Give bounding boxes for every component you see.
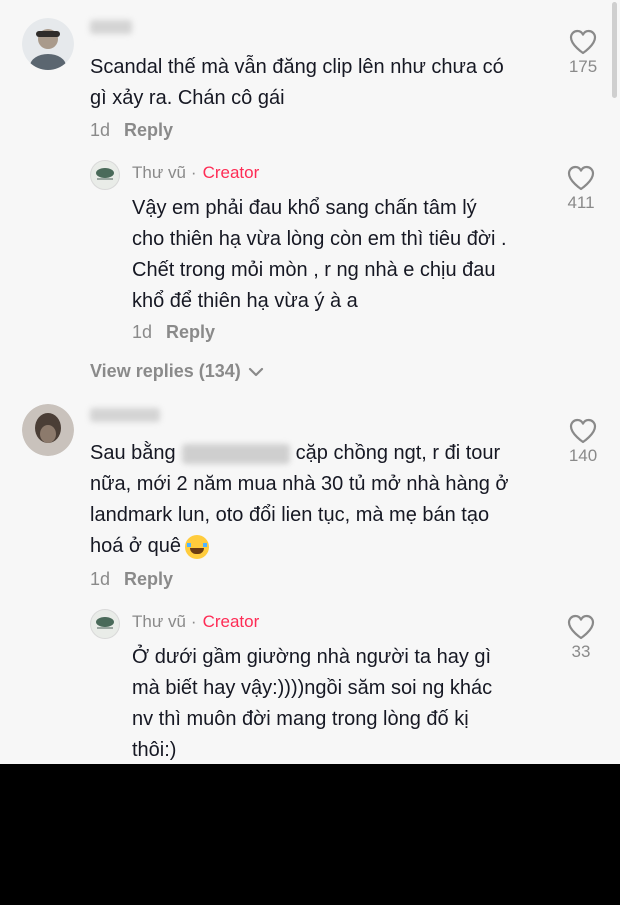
author-name[interactable]: Thư vũ — [132, 612, 186, 631]
view-replies-label: View replies (134) — [90, 361, 241, 381]
comment-line: Scandal thế mà vẫn đăng clip lên như chư… — [90, 56, 504, 78]
comment-line: gì xảy ra. Chán cô gái — [90, 87, 285, 109]
comment-segment: cặp chồng ngt, r đi tour — [295, 442, 501, 464]
comment-line: mà biết hay vậy:))))ngồi săm soi ng khác — [132, 677, 493, 699]
like-count: 175 — [568, 57, 598, 76]
comment-text: Vậy em phải đau khổ sang chấn tâm lý cho… — [132, 193, 507, 317]
comments-panel: Scandal thế mà vẫn đăng clip lên như chư… — [0, 0, 620, 764]
laughing-tears-emoji — [184, 534, 209, 559]
avatar[interactable] — [22, 404, 74, 456]
reply-button[interactable]: Reply — [166, 322, 215, 342]
author-name-blurred[interactable] — [90, 20, 132, 34]
view-replies-button[interactable]: View replies (134) — [90, 361, 264, 382]
comment-line: cho thiên hạ vừa lòng còn em thì tiêu đờ… — [132, 228, 507, 250]
creator-badge: Creator — [202, 163, 260, 182]
like-button[interactable]: 175 — [553, 29, 613, 77]
comment-age: 1d — [132, 322, 153, 342]
comment-meta: 1d Reply — [90, 120, 173, 141]
comment-line: nữa, mới 2 năm mua nhà 30 tủ mở nhà hàng… — [90, 473, 509, 495]
comment-author[interactable]: Thư vũ · Creator — [132, 163, 259, 183]
comment-text: Sau bằng cặp chồng ngt, r đi tour nữa, mớ… — [90, 438, 509, 562]
comment-line: Vậy em phải đau khổ sang chấn tâm lý — [132, 197, 477, 219]
separator-dot: · — [190, 163, 197, 182]
like-button[interactable]: 140 — [553, 418, 613, 466]
comment-line: Sau bằng cặp chồng ngt, r đi tour — [90, 438, 509, 469]
like-count: 33 — [571, 642, 591, 661]
comment-author[interactable]: Thư vũ · Creator — [132, 612, 259, 632]
creator-avatar[interactable] — [90, 609, 120, 639]
comment-meta: 1d Reply — [132, 322, 215, 343]
separator-dot: · — [190, 612, 197, 631]
comment-line: khổ để thiên hạ vừa ý à a — [132, 290, 358, 312]
comment-line: Chết trong mỏi mòn , r ng nhà e chịu đau — [132, 259, 496, 281]
comment-line: nv thì muôn đời mang trong lòng đố kị — [132, 708, 469, 730]
comment-segment: hoá ở quê — [90, 535, 181, 557]
comment-segment: Sau bằng — [90, 442, 176, 464]
like-button[interactable]: 33 — [551, 614, 611, 662]
like-count: 411 — [567, 193, 595, 212]
like-button[interactable]: 411 — [551, 165, 611, 213]
heart-outline-icon — [569, 418, 597, 444]
comment-age: 1d — [90, 569, 111, 589]
avatar[interactable] — [22, 18, 74, 70]
heart-outline-icon — [567, 165, 595, 191]
comment-meta: 1d Reply — [90, 569, 173, 590]
creator-badge: Creator — [202, 612, 260, 631]
creator-avatar[interactable] — [90, 160, 120, 190]
comment-text: Ở dưới gầm giường nhà người ta hay gì mà… — [132, 642, 492, 764]
comment-line: hoá ở quê — [90, 531, 509, 562]
comment-text: Scandal thế mà vẫn đăng clip lên như chư… — [90, 52, 504, 114]
author-name[interactable]: Thư vũ — [132, 163, 186, 182]
author-name-blurred[interactable] — [90, 408, 160, 422]
chevron-down-icon — [248, 368, 263, 377]
like-count: 140 — [568, 446, 598, 465]
comment-line: landmark lun, oto đổi lien tục, mà mẹ bá… — [90, 504, 490, 526]
redacted-name — [181, 443, 290, 464]
comment-line: Ở dưới gầm giường nhà người ta hay gì — [132, 646, 492, 668]
reply-button[interactable]: Reply — [124, 120, 173, 140]
comment-age: 1d — [90, 120, 111, 140]
reply-button[interactable]: Reply — [124, 569, 173, 589]
comment-line: thôi:) — [132, 739, 177, 761]
heart-outline-icon — [569, 29, 597, 55]
heart-outline-icon — [567, 614, 595, 640]
